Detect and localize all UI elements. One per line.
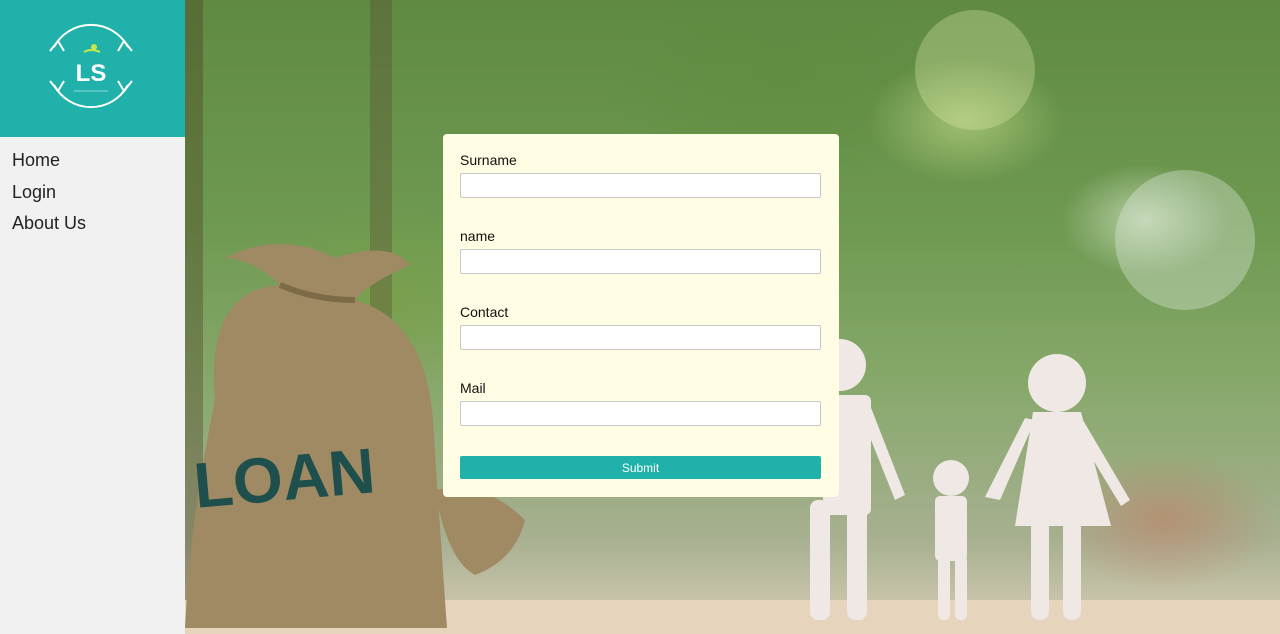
field-contact: Contact: [460, 304, 822, 350]
contact-input[interactable]: [460, 325, 821, 350]
sidebar: LS Home Login About Us: [0, 0, 185, 634]
mail-label: Mail: [460, 380, 486, 396]
logo-icon[interactable]: LS: [46, 17, 136, 115]
logo-area: LS: [0, 0, 185, 137]
sidebar-nav: Home Login About Us: [0, 137, 185, 240]
logo-text: LS: [76, 60, 107, 87]
field-surname: Surname: [460, 152, 822, 198]
field-name: name: [460, 228, 822, 274]
hero-background: LOAN Surname name Contact Mail Submit: [185, 0, 1280, 634]
nav-item-about-us[interactable]: About Us: [0, 208, 185, 240]
nav-item-login[interactable]: Login: [0, 177, 185, 209]
field-mail: Mail: [460, 380, 822, 426]
name-input[interactable]: [460, 249, 821, 274]
surname-label: Surname: [460, 152, 517, 168]
submit-button[interactable]: Submit: [460, 456, 821, 479]
registration-form: Surname name Contact Mail Submit: [443, 134, 839, 497]
contact-label: Contact: [460, 304, 509, 320]
nav-item-home[interactable]: Home: [0, 145, 185, 177]
name-label: name: [460, 228, 496, 244]
family-cutout: [810, 339, 1130, 620]
mail-input[interactable]: [460, 401, 821, 426]
surname-input[interactable]: [460, 173, 821, 198]
